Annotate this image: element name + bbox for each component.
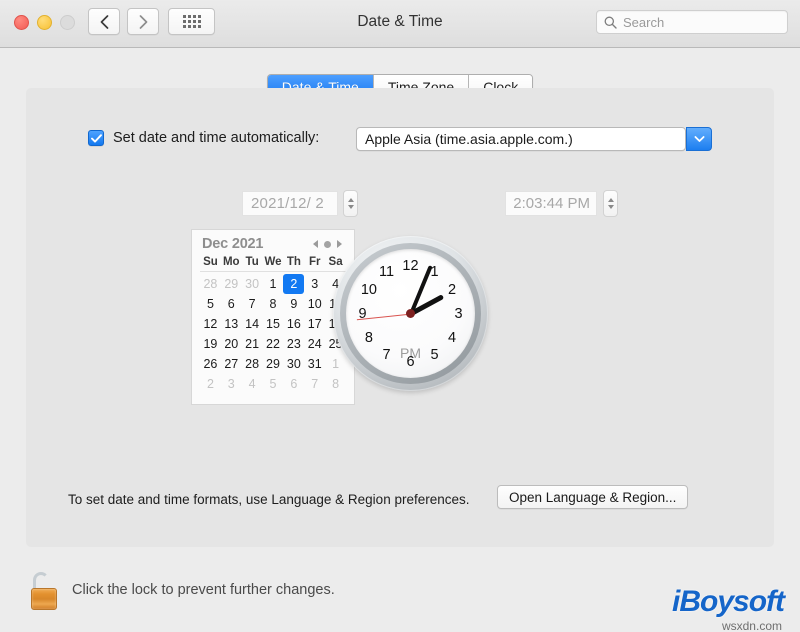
calendar-day[interactable]: 14 <box>242 314 263 334</box>
lock-button[interactable] <box>29 572 61 612</box>
calendar-day[interactable]: 21 <box>242 334 263 354</box>
calendar-day[interactable]: 3 <box>304 274 325 294</box>
time-stepper-up-icon[interactable] <box>607 198 614 202</box>
calendar-day[interactable]: 22 <box>263 334 284 354</box>
lock-hint-text: Click the lock to prevent further change… <box>72 582 335 598</box>
calendar-dow-header: Fr <box>308 256 321 268</box>
calendar-day[interactable]: 30 <box>283 354 304 374</box>
calendar-day[interactable]: 28 <box>200 274 221 294</box>
calendar-day[interactable]: 5 <box>263 374 284 394</box>
calendar-dow-header: Mo <box>222 256 240 268</box>
clock-numeral: 2 <box>448 281 457 298</box>
calendar-day[interactable]: 30 <box>242 274 263 294</box>
calendar-day[interactable]: 4 <box>242 374 263 394</box>
calendar-prev-icon[interactable] <box>313 240 318 248</box>
calendar-day[interactable]: 17 <box>304 314 325 334</box>
calendar-header-divider <box>200 271 346 272</box>
calendar-day[interactable]: 20 <box>221 334 242 354</box>
clock-numeral: 9 <box>358 305 367 322</box>
calendar-dow-header: We <box>264 256 282 268</box>
window-titlebar: Date & Time Search <box>0 0 800 48</box>
time-server-value: Apple Asia (time.asia.apple.com.) <box>365 131 573 147</box>
calendar-day-selected[interactable]: 2 <box>283 274 305 294</box>
calendar-dow-header: Su <box>203 256 218 268</box>
calendar-day[interactable]: 28 <box>242 354 263 374</box>
date-input[interactable]: 2021/12/ 2 <box>242 191 338 216</box>
calendar-day[interactable]: 27 <box>221 354 242 374</box>
calendar-day[interactable]: 7 <box>304 374 325 394</box>
calendar-day[interactable]: 6 <box>283 374 304 394</box>
calendar-day[interactable]: 16 <box>283 314 304 334</box>
open-language-region-button[interactable]: Open Language & Region... <box>497 485 689 509</box>
set-automatically-label: Set date and time automatically: <box>113 130 320 146</box>
calendar-day[interactable]: 12 <box>200 314 221 334</box>
time-input-value: 2:03:44 PM <box>513 195 590 212</box>
calendar-today-icon[interactable] <box>324 240 331 248</box>
calendar-grid: SuMoTuWeThFrSa28293012345678910111213141… <box>200 254 346 394</box>
content-panel: Set date and time automatically: Apple A… <box>26 88 774 547</box>
calendar-day[interactable]: 9 <box>283 294 304 314</box>
calendar-day[interactable]: 13 <box>221 314 242 334</box>
calendar-day[interactable]: 2 <box>200 374 221 394</box>
clock-center-hub <box>406 309 415 318</box>
calendar-dow-header: Th <box>286 256 301 268</box>
analog-clock: PM 12 1 2 3 4 5 6 7 8 9 10 11 <box>333 236 488 391</box>
time-stepper[interactable] <box>603 190 618 217</box>
clock-numeral: 7 <box>382 347 391 364</box>
formats-description: To set date and time formats, use Langua… <box>68 492 470 507</box>
search-placeholder: Search <box>623 14 665 30</box>
date-stepper-down-icon[interactable] <box>347 205 354 209</box>
time-server-dropdown-button[interactable] <box>686 127 712 151</box>
calendar-day[interactable]: 29 <box>221 274 242 294</box>
watermark-subtext: wsxdn.com <box>721 619 782 632</box>
date-stepper-up-icon[interactable] <box>347 198 354 202</box>
time-stepper-down-icon[interactable] <box>607 205 614 209</box>
calendar-day[interactable]: 8 <box>263 294 284 314</box>
clock-numeral: 10 <box>360 281 377 298</box>
calendar-day[interactable]: 7 <box>242 294 263 314</box>
date-time-preferences-window: Date & Time Search Date & Time Time Zone… <box>0 0 800 632</box>
calendar-month-label: Dec 2021 <box>202 236 264 252</box>
calendar-widget[interactable]: Dec 2021 Su Mo Tu We Th Fr Sa 28 29 30 1 2 3 4 5 6 7 8 9 10… <box>191 229 355 405</box>
calendar-day[interactable]: 6 <box>221 294 242 314</box>
clock-face: PM 12 1 2 3 4 5 6 7 8 9 10 11 <box>346 249 475 378</box>
calendar-day[interactable]: 31 <box>304 354 325 374</box>
date-stepper[interactable] <box>343 190 358 217</box>
clock-numeral: 1 <box>430 263 439 280</box>
calendar-day[interactable]: 26 <box>200 354 221 374</box>
clock-numeral: 5 <box>430 347 439 364</box>
clock-numeral: 8 <box>364 329 373 346</box>
clock-numeral: 4 <box>448 329 457 346</box>
watermark: iBoysoft wsxdn.com <box>592 585 792 632</box>
calendar-day[interactable]: 5 <box>200 294 221 314</box>
calendar-day[interactable]: 29 <box>263 354 284 374</box>
calendar-day[interactable]: 24 <box>304 334 325 354</box>
time-input[interactable]: 2:03:44 PM <box>505 191 597 216</box>
chevron-down-icon <box>694 136 704 142</box>
calendar-day[interactable]: 23 <box>283 334 304 354</box>
clock-numeral: 6 <box>406 353 415 370</box>
clock-numeral: 11 <box>378 263 395 280</box>
search-icon <box>604 16 617 29</box>
set-automatically-checkbox[interactable] <box>88 130 104 146</box>
calendar-day[interactable]: 1 <box>263 274 284 294</box>
watermark-logo: iBoysoft <box>672 585 785 618</box>
calendar-day[interactable]: 3 <box>221 374 242 394</box>
calendar-header: Dec 2021 <box>200 236 346 254</box>
time-server-combobox[interactable]: Apple Asia (time.asia.apple.com.) <box>356 127 686 151</box>
checkmark-icon <box>90 133 102 143</box>
lock-body-icon <box>31 588 57 610</box>
clock-numeral: 3 <box>454 305 463 322</box>
date-input-value: 2021/12/ 2 <box>251 195 324 212</box>
formats-row: To set date and time formats, use Langua… <box>68 492 470 507</box>
calendar-day[interactable]: 19 <box>200 334 221 354</box>
search-field[interactable]: Search <box>596 10 788 34</box>
set-automatically-row: Set date and time automatically: <box>88 130 319 146</box>
clock-numeral: 12 <box>402 257 419 274</box>
calendar-dow-header: Tu <box>245 256 259 268</box>
calendar-day[interactable]: 15 <box>263 314 284 334</box>
calendar-day[interactable]: 10 <box>304 294 325 314</box>
